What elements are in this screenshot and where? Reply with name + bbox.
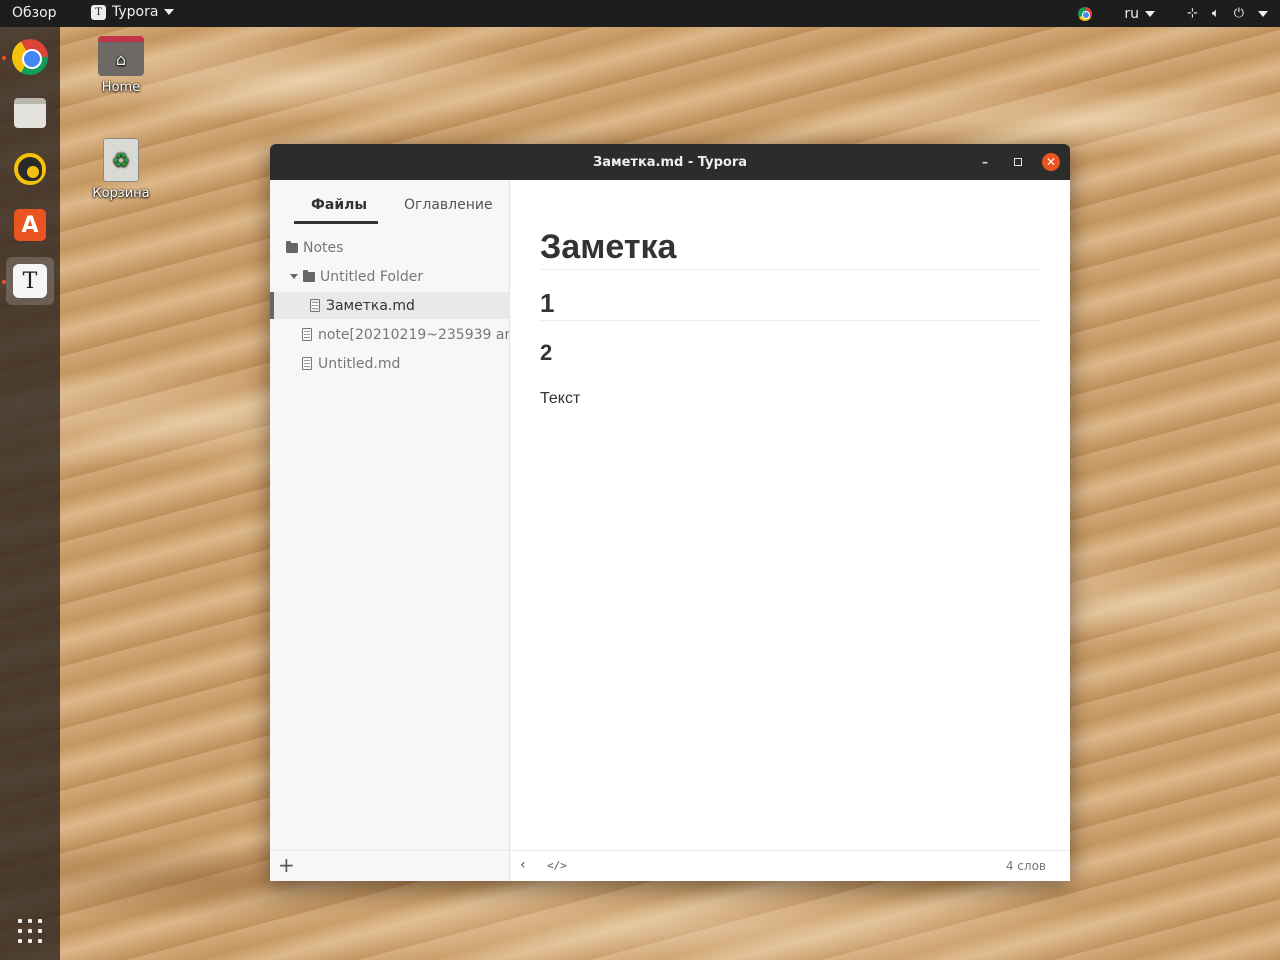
status-bar: ‹ </> 4 слов	[510, 850, 1070, 881]
top-bar: Обзор T Typora ru ⊹ 🔈︎ ⏻	[0, 0, 1280, 27]
file-icon	[302, 328, 312, 341]
tree-item-label: Untitled Folder	[320, 268, 424, 285]
window-titlebar[interactable]: Заметка.md - Typora – ✕	[270, 144, 1070, 180]
dock-item-software[interactable]: A	[6, 201, 54, 249]
apps-grid-icon[interactable]	[18, 919, 42, 943]
chevron-left-icon[interactable]: ‹	[520, 857, 526, 873]
add-icon[interactable]: +	[278, 855, 295, 875]
folder-icon	[286, 240, 298, 253]
tree-item-untitled-folder[interactable]: Untitled Folder	[270, 263, 509, 290]
tree-item-label: Заметка.md	[326, 297, 415, 314]
tree-item-label: note[20210219~235939 article	[318, 326, 509, 343]
dock-item-files[interactable]	[6, 89, 54, 137]
volume-icon[interactable]: 🔈︎	[1212, 6, 1220, 21]
system-tray: ru ⊹ 🔈︎ ⏻	[1078, 0, 1268, 27]
expand-arrow-icon	[290, 274, 298, 279]
desktop-icon-home[interactable]: ⌂ Home	[85, 36, 157, 95]
editor-pane[interactable]: Заметка 1 2 Текст ‹ </> 4 слов	[510, 180, 1070, 881]
app-menu[interactable]: T Typora	[91, 4, 175, 20]
dock-item-rhythmbox[interactable]	[6, 145, 54, 193]
heading-2[interactable]: 1	[540, 288, 1040, 319]
typora-window: Заметка.md - Typora – ✕ Файлы Оглавление…	[270, 144, 1070, 881]
maximize-icon	[1014, 158, 1022, 166]
tab-outline[interactable]: Оглавление	[404, 197, 493, 213]
sidebar: Файлы Оглавление Notes Untitled Folder З…	[270, 180, 510, 881]
power-icon[interactable]: ⏻	[1234, 6, 1244, 21]
sidebar-footer: +	[270, 850, 509, 881]
language-selector[interactable]: ru	[1124, 6, 1155, 22]
chrome-tray-icon[interactable]	[1078, 6, 1093, 21]
files-icon	[14, 98, 46, 128]
software-store-icon: A	[14, 209, 46, 241]
folder-icon	[303, 269, 315, 282]
rhythmbox-icon	[14, 153, 46, 185]
file-icon	[310, 299, 320, 312]
dock-item-chrome[interactable]	[6, 33, 54, 81]
paragraph[interactable]: Текст	[540, 390, 580, 408]
dock: A T	[0, 27, 60, 960]
minimize-button[interactable]: –	[976, 153, 994, 171]
window-title: Заметка.md - Typora	[592, 154, 748, 170]
tree-item-zametka[interactable]: Заметка.md	[270, 292, 509, 319]
tree-item-label: Notes	[303, 239, 344, 256]
active-tab-indicator	[294, 221, 378, 224]
chevron-down-icon	[1144, 10, 1155, 17]
typora-app-icon: T	[91, 4, 106, 20]
trash-icon: ♻	[103, 138, 139, 182]
tree-item-label: Untitled.md	[318, 355, 401, 372]
heading-divider	[540, 320, 1040, 321]
maximize-button[interactable]	[1009, 153, 1027, 171]
chevron-down-icon[interactable]	[1258, 10, 1268, 17]
dock-item-typora[interactable]: T	[6, 257, 54, 305]
tree-item-untitled-md[interactable]: Untitled.md	[270, 350, 509, 377]
sidebar-tabs: Файлы Оглавление	[270, 180, 510, 225]
chevron-down-icon	[164, 9, 175, 15]
activities-button[interactable]: Обзор	[12, 5, 57, 21]
tree-item-notes[interactable]: Notes	[270, 234, 509, 261]
heading-3[interactable]: 2	[540, 340, 1040, 366]
close-button[interactable]: ✕	[1042, 153, 1060, 171]
word-count[interactable]: 4 слов	[1006, 859, 1046, 873]
chrome-icon	[12, 39, 48, 75]
source-code-icon[interactable]: </>	[547, 859, 567, 872]
tree-item-note-article[interactable]: note[20210219~235939 article	[270, 321, 509, 348]
typora-icon: T	[13, 264, 47, 298]
file-icon	[302, 357, 312, 370]
heading-1[interactable]: Заметка	[540, 228, 1040, 270]
desktop-icon-label: Home	[101, 80, 141, 95]
app-menu-label: Typora	[112, 4, 159, 20]
language-label: ru	[1124, 5, 1139, 22]
desktop-icon-trash[interactable]: ♻ Корзина	[85, 138, 157, 201]
home-folder-icon: ⌂	[98, 36, 144, 76]
desktop-icon-label: Корзина	[92, 186, 150, 201]
tab-files[interactable]: Файлы	[311, 197, 367, 213]
network-icon[interactable]: ⊹	[1187, 6, 1198, 21]
